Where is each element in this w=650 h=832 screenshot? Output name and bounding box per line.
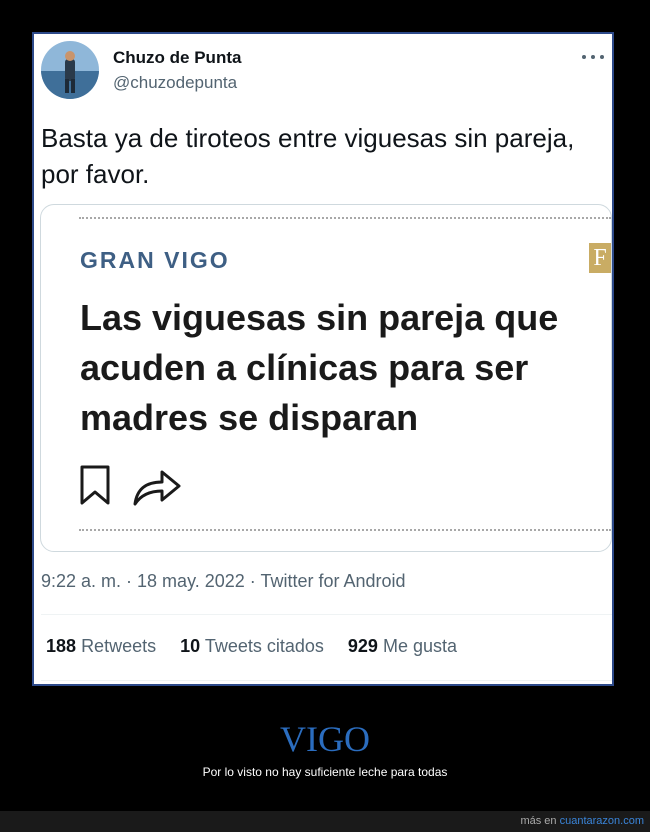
caption-title: VIGO: [280, 719, 370, 759]
share-icon[interactable]: [132, 467, 182, 507]
divider: [41, 680, 612, 681]
likes-stat[interactable]: 929 Me gusta: [348, 636, 457, 657]
likes-count: 929: [347, 636, 378, 656]
bookmark-icon[interactable]: [79, 465, 111, 505]
author-name[interactable]: Chuzo de Punta: [113, 48, 241, 68]
likes-label: Me gusta: [382, 636, 457, 656]
section-label: GRAN VIGO: [80, 247, 230, 273]
retweets-stat[interactable]: 188 Retweets: [46, 636, 156, 657]
publisher-logo: F: [589, 243, 611, 273]
retweets-count: 188: [46, 636, 77, 656]
footer-bar: más en cuantarazon.com: [0, 811, 650, 832]
quote-tweets-label: Tweets citados: [204, 636, 324, 656]
author-handle[interactable]: @chuzodepunta: [113, 73, 237, 93]
more-options-icon[interactable]: [582, 48, 604, 66]
tweet-stats: 188 Retweets 10 Tweets citados 929 Me gu…: [46, 636, 481, 657]
dotted-divider: [79, 529, 611, 531]
divider: [41, 614, 612, 615]
article-headline[interactable]: Las viguesas sin pareja que acuden a clí…: [80, 293, 600, 443]
retweets-label: Retweets: [81, 636, 157, 656]
tweet-text: Basta ya de tiroteos entre viguesas sin …: [41, 123, 575, 189]
link-preview-card[interactable]: GRAN VIGO F Las viguesas sin pareja que …: [40, 204, 612, 552]
footer-text: más en cuantarazon.com: [520, 815, 644, 827]
tweet-timestamp[interactable]: 9:22 a. m. · 18 may. 2022 · Twitter for …: [41, 571, 406, 592]
quote-tweets-stat[interactable]: 10 Tweets citados: [180, 636, 324, 657]
caption-subtitle: Por lo visto no hay suficiente leche par…: [202, 765, 448, 779]
footer-prefix: más en: [520, 815, 557, 827]
quote-tweets-count: 10: [180, 636, 201, 656]
tweet-screenshot: Chuzo de Punta @chuzodepunta Basta ya de…: [32, 32, 614, 686]
site-link[interactable]: cuantarazon.com: [560, 815, 644, 827]
dotted-divider: [79, 217, 611, 219]
avatar[interactable]: [41, 41, 99, 99]
